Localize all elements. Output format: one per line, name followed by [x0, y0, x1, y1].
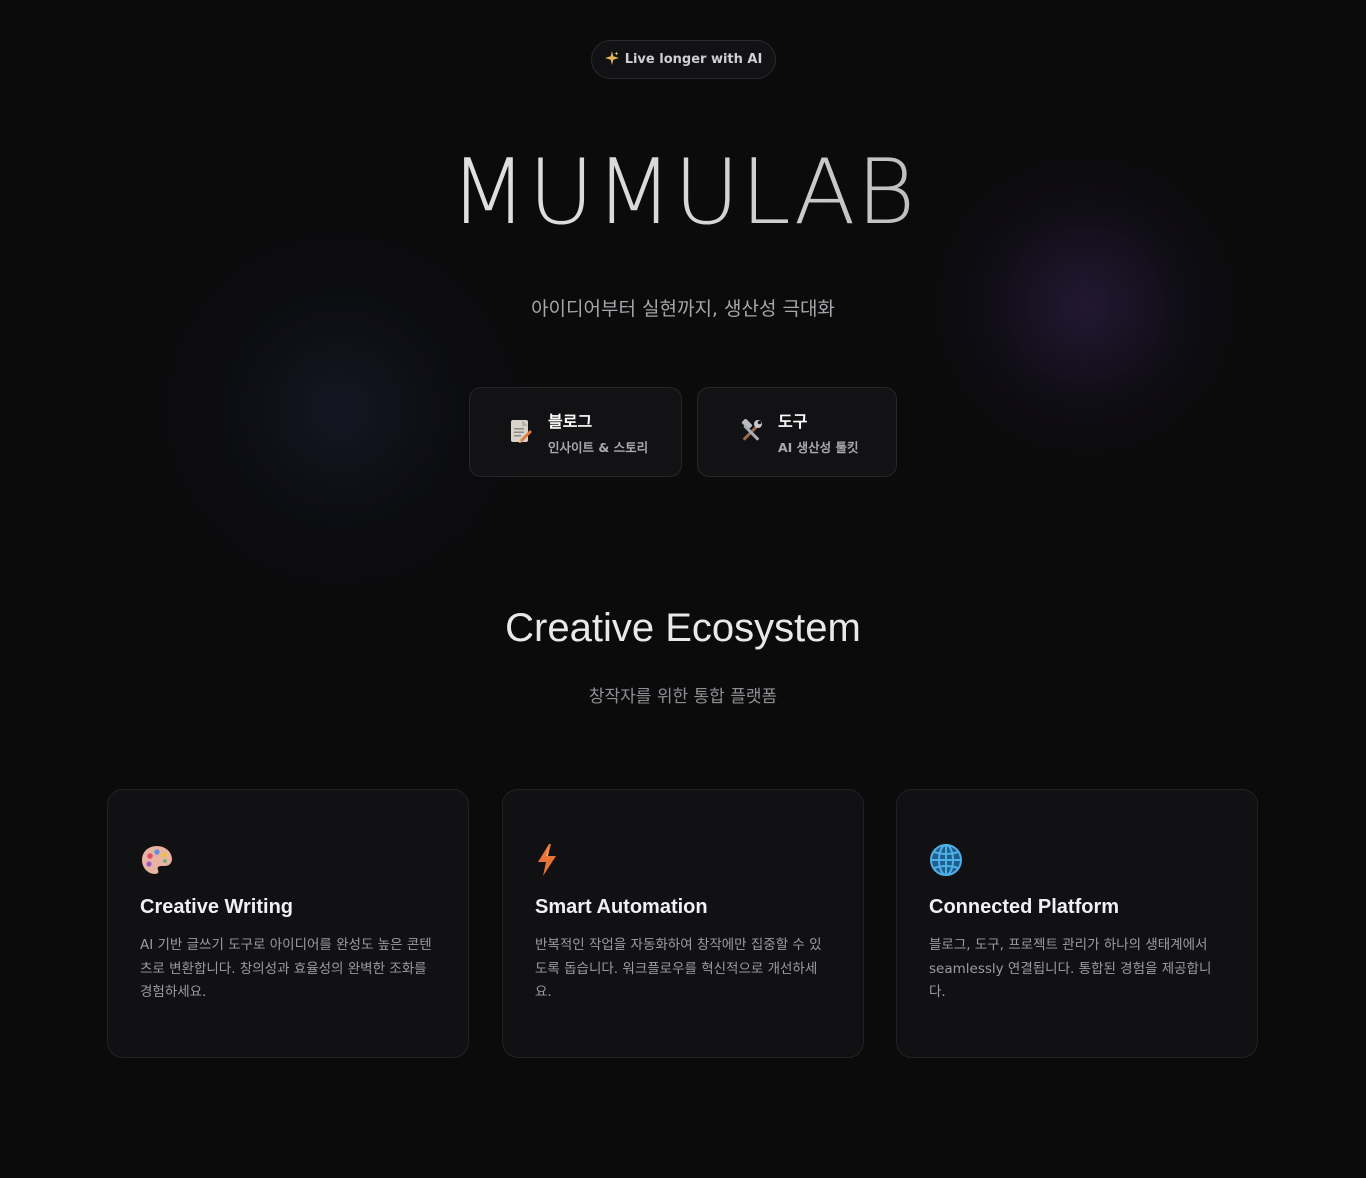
blog-nav-title: 블로그	[548, 412, 593, 431]
hero-title: MUMULAB	[0, 138, 1366, 248]
section-subtitle: 창작자를 위한 통합 플랫폼	[588, 687, 778, 707]
badge-label: Live longer with AI	[624, 52, 763, 67]
globe-icon	[929, 842, 965, 878]
feature-description: AI 기반 글쓰기 도구로 아이디어를 완성도 높은 콘텐츠로 변환합니다. 창…	[140, 937, 432, 1000]
tools-nav-title: 도구	[778, 412, 808, 431]
feature-card-smart-automation: Smart Automation 반복적인 작업을 자동화하여 창작에만 집중할…	[502, 789, 864, 1058]
feature-title: Smart Automation	[535, 896, 708, 918]
hero-subtitle: 아이디어부터 실현까지, 생산성 극대화	[531, 298, 835, 320]
feature-title: Connected Platform	[929, 896, 1120, 918]
feature-description: 반복적인 작업을 자동화하여 창작에만 집중할 수 있도록 돕습니다. 워크플로…	[535, 937, 822, 1000]
blog-nav-description: 인사이트 & 스토리	[548, 440, 649, 455]
sparkles-icon	[604, 50, 619, 69]
tools-nav-text: 도구 AI 생산성 툴킷	[778, 408, 859, 456]
feature-title: Creative Writing	[140, 896, 293, 918]
feature-description: 블로그, 도구, 프로젝트 관리가 하나의 생태계에서 seamlessly 연…	[929, 937, 1212, 1000]
memo-pencil-icon	[508, 419, 534, 445]
landing-page: Live longer with AI MUMULAB 아이디어부터 실현까지,…	[0, 0, 1366, 1178]
feature-card-connected-platform: Connected Platform 블로그, 도구, 프로젝트 관리가 하나의…	[896, 789, 1258, 1058]
tools-nav-description: AI 생산성 툴킷	[778, 440, 859, 455]
blog-nav-text: 블로그 인사이트 & 스토리	[548, 408, 648, 456]
blog-nav-card[interactable]: 블로그 인사이트 & 스토리	[469, 387, 682, 477]
lightning-icon	[535, 842, 571, 878]
feature-card-creative-writing: Creative Writing AI 기반 글쓰기 도구로 아이디어를 완성도…	[107, 789, 469, 1058]
palette-icon	[140, 842, 176, 878]
section-title: Creative Ecosystem	[505, 606, 861, 650]
tagline-badge: Live longer with AI	[591, 40, 776, 79]
tools-nav-card[interactable]: 도구 AI 생산성 툴킷	[697, 387, 897, 477]
hammer-wrench-icon	[738, 419, 764, 445]
